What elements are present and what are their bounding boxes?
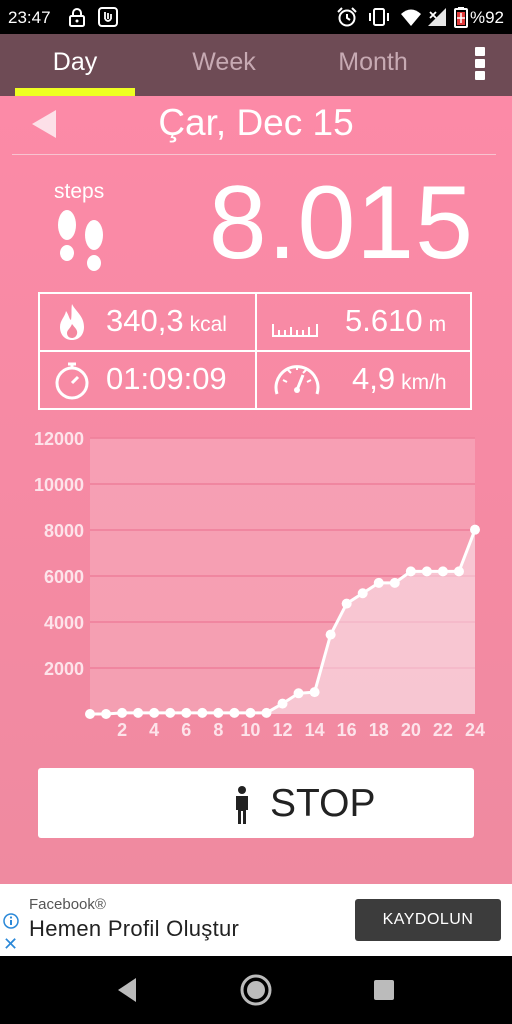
distance-value: 5.610: [345, 303, 423, 338]
chart-data-point: [437, 566, 448, 577]
chart-data-point: [101, 709, 112, 719]
previous-day-arrow-icon[interactable]: [28, 108, 60, 140]
y-tick-label: 2000: [44, 659, 84, 679]
alarm-icon: [337, 7, 357, 27]
lock-icon: [69, 8, 85, 27]
speed-value: 4,9: [352, 361, 396, 396]
y-tick-label: 6000: [44, 567, 84, 587]
tab-month[interactable]: Month: [303, 34, 443, 96]
chart-data-point: [389, 577, 400, 588]
recents-nav-icon[interactable]: [366, 972, 402, 1008]
navigation-bar: [0, 956, 512, 1024]
home-nav-icon[interactable]: [238, 972, 274, 1008]
duration-value: 01:09:09: [106, 361, 227, 396]
chart-data-point: [373, 577, 384, 588]
steps-count: 8.015: [208, 165, 474, 281]
chart-data-point: [149, 707, 160, 718]
x-tick-label: 24: [465, 720, 485, 740]
chart-data-point: [117, 707, 128, 718]
ad-info-icon[interactable]: [3, 913, 19, 929]
stats-grid: 340,3 kcal 5.610 m 01:09:09 4,9 km/h: [38, 292, 472, 410]
flame-icon: [60, 304, 84, 340]
y-tick-label: 8000: [44, 521, 84, 541]
y-tick-label: 12000: [34, 429, 84, 449]
chart-data-point: [357, 588, 368, 599]
chart-data-point: [165, 707, 176, 718]
chart-data-point: [277, 698, 288, 709]
status-bar: 23:47 %92: [0, 0, 512, 34]
chart-data-point: [453, 566, 464, 577]
x-tick-label: 2: [117, 720, 127, 740]
y-tick-label: 4000: [44, 613, 84, 633]
chart-data-point: [293, 688, 304, 699]
ad-title[interactable]: Hemen Profil Oluştur: [29, 916, 239, 942]
stop-button[interactable]: STOP: [38, 768, 474, 838]
x-tick-label: 22: [433, 720, 453, 740]
chart-data-point: [261, 707, 272, 718]
ruler-icon: [272, 324, 318, 337]
date-header: Çar, Dec 15: [0, 96, 512, 156]
active-tab-indicator: [15, 88, 135, 96]
y-tick-label: 10000: [34, 475, 84, 495]
x-tick-label: 4: [149, 720, 159, 740]
person-icon: [236, 786, 248, 824]
back-nav-icon[interactable]: [110, 972, 146, 1008]
battery-percent: %92: [469, 8, 504, 27]
chart-data-point: [181, 707, 192, 718]
steps-chart: 200040006000800010000120002 4 6 8 10 12 14 16 18…: [34, 429, 485, 740]
calories-value-group: 340,3 kcal: [106, 303, 227, 339]
footprints-icon: [58, 210, 103, 271]
overflow-menu-icon[interactable]: [468, 44, 492, 84]
x-tick-label: 16: [337, 720, 357, 740]
speed-value-group: 4,9 km/h: [352, 361, 447, 397]
ad-close-icon[interactable]: ✕: [3, 934, 18, 955]
date-label: Çar, Dec 15: [158, 102, 354, 143]
x-tick-label: 8: [213, 720, 223, 740]
speed-unit: km/h: [401, 371, 447, 394]
chart-data-point: [197, 707, 208, 718]
app-notification-icon: [98, 7, 118, 27]
status-time: 23:47: [8, 8, 51, 27]
distance-unit: m: [428, 313, 447, 336]
x-tick-label: 12: [272, 720, 292, 740]
battery-icon: [454, 7, 468, 28]
main-panel: Çar, Dec 15 steps 8.015 340,3 kcal 5.610 m…: [0, 96, 512, 884]
tab-week[interactable]: Week: [154, 34, 294, 96]
steps-label: steps: [54, 180, 105, 203]
chart-data-point: [213, 707, 224, 718]
x-tick-label: 20: [401, 720, 421, 740]
calories-value: 340,3: [106, 303, 184, 338]
signal-icon: [428, 8, 446, 26]
chart-data-point: [405, 566, 416, 577]
ad-signup-button[interactable]: KAYDOLUN: [355, 899, 501, 941]
vibrate-icon: [369, 8, 389, 26]
wifi-icon: [401, 9, 421, 26]
chart-data-point: [325, 629, 336, 640]
ad-brand: Facebook®: [29, 896, 106, 913]
chart-data-point: [341, 598, 352, 609]
speedometer-icon: [274, 365, 320, 395]
calories-unit: kcal: [189, 313, 227, 336]
x-tick-label: 18: [369, 720, 389, 740]
chart-data-point: [470, 524, 480, 535]
distance-value-group: 5.610 m: [345, 303, 446, 339]
chart-data-point: [245, 707, 256, 718]
chart-data-point: [133, 707, 144, 718]
date-divider: [12, 154, 496, 155]
stopwatch-icon: [55, 362, 89, 400]
x-tick-label: 6: [181, 720, 191, 740]
chart-data-point: [85, 709, 95, 719]
tab-day[interactable]: Day: [5, 34, 145, 96]
chart-data-point: [229, 707, 240, 718]
x-tick-label: 14: [305, 720, 325, 740]
chart-data-point: [309, 687, 320, 698]
stop-button-label: STOP: [270, 782, 376, 825]
tab-bar: Day Week Month: [0, 34, 512, 96]
chart-data-point: [421, 566, 432, 577]
x-tick-label: 10: [240, 720, 260, 740]
